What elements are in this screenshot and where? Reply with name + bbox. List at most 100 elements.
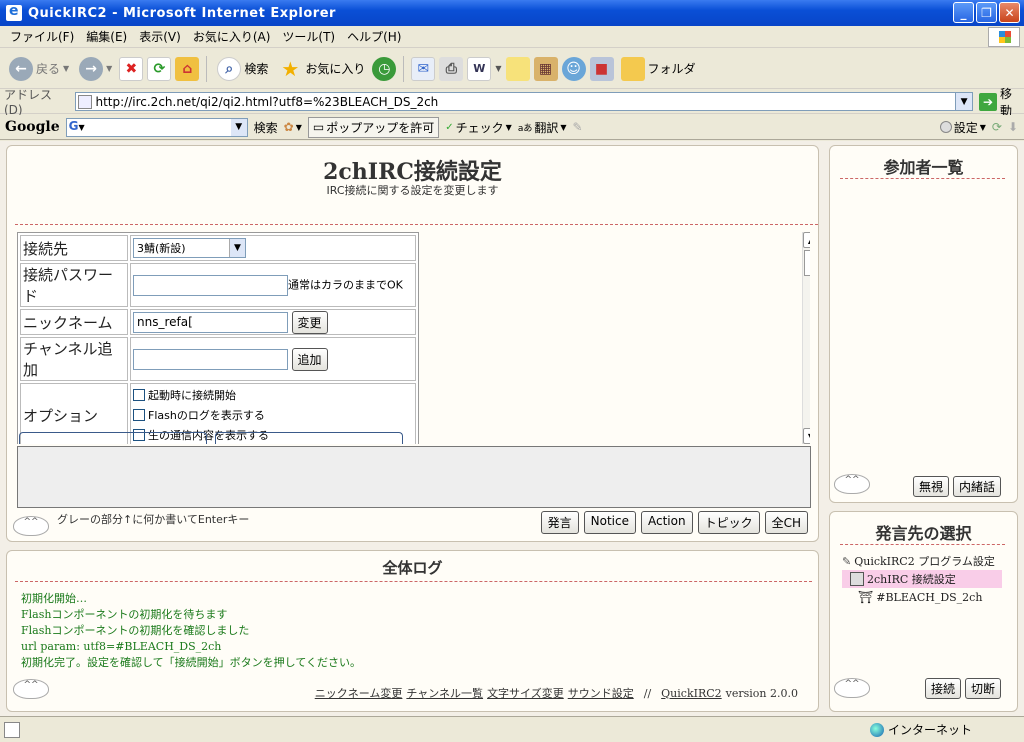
- notice-button[interactable]: Notice: [583, 511, 636, 534]
- google-search-button[interactable]: 検索: [254, 119, 278, 136]
- menu-view[interactable]: 表示(V): [133, 28, 187, 45]
- scroll-up-icon[interactable]: ▲: [803, 232, 810, 248]
- scroll-thumb[interactable]: [804, 250, 810, 276]
- mascot-icon: ^^: [834, 474, 870, 494]
- channel-list-link[interactable]: チャンネル一覧: [406, 685, 483, 701]
- history-icon[interactable]: ◷: [372, 56, 397, 81]
- pencil-icon[interactable]: ✎: [573, 120, 583, 134]
- all-channels-button[interactable]: 全CH: [764, 511, 808, 534]
- stop-icon[interactable]: ✖: [119, 56, 144, 81]
- chevron-down-icon[interactable]: ▼: [229, 239, 245, 257]
- font-size-link[interactable]: 文字サイズ変更: [487, 685, 564, 701]
- tree-item-label: #BLEACH_DS_2ch: [876, 590, 983, 604]
- channel-icon: ⛩: [858, 590, 874, 604]
- address-dropdown-icon[interactable]: ▼: [955, 93, 973, 110]
- mail-icon[interactable]: ✉: [411, 56, 436, 81]
- add-channel-button[interactable]: 追加: [291, 347, 328, 371]
- change-nickname-button[interactable]: 変更: [291, 310, 328, 334]
- option-autoconnect[interactable]: 起動時に接続開始: [133, 385, 415, 405]
- folder-button[interactable]: フォルダ: [618, 55, 699, 83]
- standard-toolbar: ← 戻る ▼ → ▼ ✖ ⟳ ⌂ ⌕ 検索 ★ お気に入り ◷ ✉ ⎙ W ▼ …: [0, 49, 1024, 89]
- research-icon[interactable]: ▦: [533, 56, 558, 81]
- channel-field[interactable]: [133, 348, 288, 370]
- message-input[interactable]: [17, 446, 811, 508]
- checkbox[interactable]: [133, 409, 145, 421]
- app-link[interactable]: QuickIRC2: [661, 687, 722, 700]
- google-settings-button[interactable]: 設定 ▼: [939, 119, 986, 136]
- edit-dropdown-icon[interactable]: ▼: [495, 64, 501, 73]
- log-line: Flashコンポーネントの初期化を待ちます: [21, 608, 228, 621]
- checkbox[interactable]: [133, 389, 145, 401]
- google-search-dropdown-icon[interactable]: ▼: [230, 118, 247, 136]
- translate-button[interactable]: aあ 翻訳 ▼: [518, 119, 567, 136]
- security-zone: インターネット: [870, 721, 972, 738]
- search-button[interactable]: ⌕ 検索: [214, 55, 271, 83]
- scroll-down-icon[interactable]: ▼: [803, 428, 810, 444]
- action-button[interactable]: Action: [640, 511, 693, 534]
- magnifier-icon: ⌕: [217, 56, 242, 81]
- edit-icon[interactable]: W: [467, 56, 492, 81]
- box-icon[interactable]: ■: [589, 56, 614, 81]
- settings-scroll-area[interactable]: 接続先 3鯖(新設) ▼ 接続パスワード 通常はカラのままでOK ニックネーム …: [17, 232, 810, 444]
- messenger-icon[interactable]: ☺: [561, 56, 586, 81]
- tree-item-connection-settings[interactable]: 2chIRC 接続設定: [842, 570, 1002, 588]
- menu-file[interactable]: ファイル(F): [4, 28, 80, 45]
- google-logo: Google: [5, 119, 60, 135]
- tree-item-program-settings[interactable]: ✎ QuickIRC2 プログラム設定: [842, 552, 1002, 570]
- note-icon[interactable]: [505, 56, 530, 81]
- spell-check-button[interactable]: ✓ チェック ▼: [445, 119, 512, 136]
- pencil-icon: ✎: [842, 554, 852, 568]
- toolbar-separator: [206, 55, 208, 82]
- users-panel: 参加者一覧 ^^ 無視 内緒話: [829, 145, 1018, 503]
- server-select[interactable]: 3鯖(新設) ▼: [133, 238, 246, 258]
- tree-item-channel[interactable]: ⛩ #BLEACH_DS_2ch: [842, 588, 1002, 606]
- nickname-change-link[interactable]: ニックネーム変更: [315, 685, 403, 701]
- section-tab: [215, 432, 403, 444]
- google-search-input[interactable]: G▼ ▼: [65, 117, 248, 137]
- ignore-button[interactable]: 無視: [912, 476, 949, 497]
- address-input[interactable]: http://irc.2ch.net/qi2/qi2.html?utf8=%23…: [74, 92, 974, 111]
- users-title: 参加者一覧: [883, 158, 964, 177]
- refresh-toolbar-icon[interactable]: ⟳: [992, 120, 1002, 134]
- forward-button[interactable]: → ▼: [76, 55, 115, 83]
- disconnect-button[interactable]: 切断: [964, 678, 1001, 699]
- back-button[interactable]: ← 戻る ▼: [6, 55, 72, 83]
- channel-cell: 追加: [130, 337, 416, 381]
- whisper-button[interactable]: 内緒話: [952, 476, 1001, 497]
- refresh-icon[interactable]: ⟳: [147, 56, 172, 81]
- settings-circle-icon: [939, 121, 952, 133]
- users-actions: 無視 内緒話: [912, 476, 1001, 497]
- sound-settings-link[interactable]: サウンド設定: [568, 685, 634, 701]
- back-dropdown-icon[interactable]: ▼: [63, 64, 69, 73]
- log-line: Flashコンポーネントの初期化を確認しました: [21, 624, 250, 637]
- restore-button[interactable]: ❐: [976, 2, 997, 23]
- vertical-scrollbar[interactable]: ▲ ▼: [802, 232, 810, 444]
- go-label: 移動: [1000, 86, 1013, 118]
- popup-allow-button[interactable]: ▭ ポップアップを許可: [307, 116, 440, 138]
- down-arrow-icon[interactable]: ⬇: [1008, 120, 1018, 134]
- menu-favorites[interactable]: お気に入り(A): [187, 28, 277, 45]
- home-icon[interactable]: ⌂: [175, 56, 200, 81]
- menu-tools[interactable]: ツール(T): [276, 28, 341, 45]
- close-button[interactable]: ✕: [999, 2, 1020, 23]
- option-flash-log[interactable]: Flashのログを表示する: [133, 405, 415, 425]
- print-icon[interactable]: ⎙: [439, 56, 464, 81]
- favorites-button[interactable]: ★ お気に入り: [275, 55, 368, 83]
- topic-button[interactable]: トピック: [697, 511, 760, 534]
- menu-help[interactable]: ヘルプ(H): [341, 28, 407, 45]
- forward-dropdown-icon[interactable]: ▼: [106, 64, 112, 73]
- connect-button[interactable]: 接続: [924, 678, 961, 699]
- google-extra-button[interactable]: ✿ ▼: [284, 120, 302, 134]
- say-button[interactable]: 発言: [540, 511, 579, 534]
- go-button[interactable]: ➔ 移動: [979, 85, 1024, 119]
- minimize-button[interactable]: _: [953, 2, 974, 23]
- menu-edit[interactable]: 編集(E): [80, 28, 133, 45]
- nickname-field[interactable]: nns_refa[: [133, 311, 288, 333]
- password-field[interactable]: [133, 274, 288, 296]
- option-label: 起動時に接続開始: [148, 389, 236, 402]
- footer-separator: //: [643, 686, 652, 700]
- divider: [15, 581, 812, 582]
- zone-label: インターネット: [888, 723, 973, 737]
- page-subtitle: IRC接続に関する設定を変更します: [326, 184, 499, 197]
- log-line: url param: utf8=#BLEACH_DS_2ch: [21, 640, 222, 653]
